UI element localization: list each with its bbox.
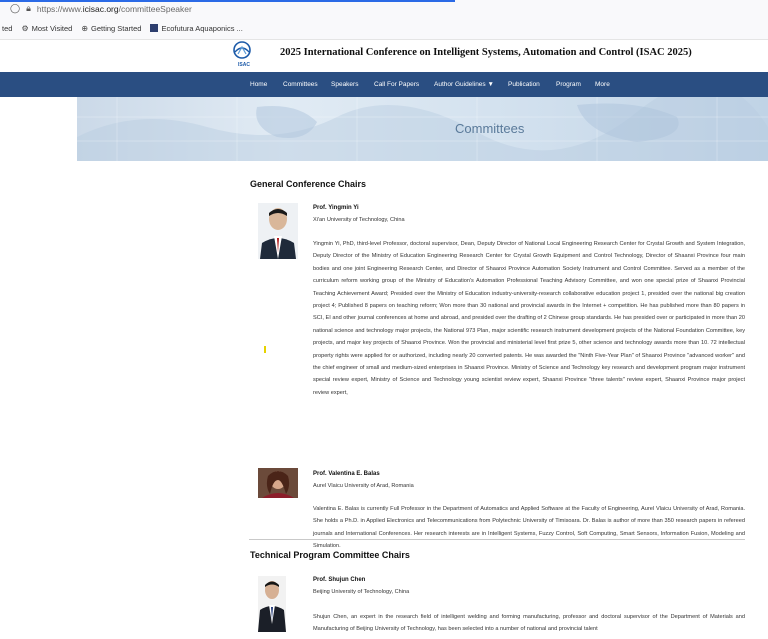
photo-yingmin-yi	[258, 203, 298, 259]
page-banner	[77, 97, 768, 161]
bookmarks-toolbar: ted ⚙ Most Visited ⊕ Getting Started Ecofu…	[0, 17, 768, 40]
person-bio: Shujun Chen, an expert in the research f…	[313, 614, 745, 633]
address-bar[interactable]: ◯ 🔒︎ https://www. icisac.org/committeeSpe…	[0, 0, 768, 17]
bookmark-partial[interactable]: ted	[2, 24, 12, 33]
person-name: Prof. Yingmin Yi	[313, 205, 359, 211]
nav-author-guidelines[interactable]: Author Guidelines ▼	[434, 81, 494, 88]
main-nav: Home Committees Speakers Call For Papers…	[0, 72, 768, 97]
section-divider	[249, 539, 745, 540]
photo-valentina-balas	[258, 468, 298, 498]
site-title: 2025 International Conference on Intelli…	[280, 47, 692, 58]
person-affiliation: Aurel Vlaicu University of Arad, Romania	[313, 483, 414, 489]
person-bio: Yingmin Yi, PhD, third-level Professor, …	[313, 241, 745, 396]
nav-program[interactable]: Program	[556, 81, 581, 88]
banner-title: Committees	[455, 121, 525, 136]
gear-icon: ⚙	[21, 23, 29, 33]
bookmark-most-visited[interactable]: ⚙ Most Visited	[21, 24, 72, 33]
shield-icon[interactable]: ◯	[10, 3, 20, 14]
url-host: icisac.org	[82, 3, 119, 14]
nav-more[interactable]: More	[595, 81, 610, 88]
globe-icon: ⊕	[81, 23, 89, 33]
section-title-general-chairs: General Conference Chairs	[250, 179, 367, 189]
nav-call-for-papers[interactable]: Call For Papers	[374, 81, 419, 88]
nav-committees[interactable]: Committees	[283, 81, 318, 88]
site-favicon-icon	[150, 24, 159, 32]
text-cursor-marker	[264, 346, 266, 353]
person-affiliation: Xi'an University of Technology, China	[313, 217, 405, 223]
url-path: /committeeSpeaker	[118, 3, 192, 14]
nav-publication[interactable]: Publication	[508, 81, 540, 88]
person-bio: Valentina E. Balas is currently Full Pro…	[313, 506, 745, 550]
logo-text: ISAC	[238, 62, 250, 68]
nav-home[interactable]: Home	[250, 81, 267, 88]
photo-shujun-chen	[258, 576, 286, 632]
person-affiliation: Beijing University of Technology, China	[313, 589, 410, 595]
person-name: Prof. Shujun Chen	[313, 577, 366, 583]
bookmark-ecofutura[interactable]: Ecofutura Aquaponics ...	[150, 24, 243, 33]
url-prefix: https://www.	[36, 3, 83, 14]
bookmark-getting-started[interactable]: ⊕ Getting Started	[81, 24, 141, 33]
person-name: Prof. Valentina E. Balas	[313, 471, 380, 477]
nav-speakers[interactable]: Speakers	[331, 81, 358, 88]
page-load-progress	[0, 0, 455, 2]
section-title-tpc-chairs: Technical Program Committee Chairs	[250, 550, 410, 560]
lock-icon: 🔒︎	[26, 3, 31, 13]
banner-map-decoration	[77, 97, 768, 161]
